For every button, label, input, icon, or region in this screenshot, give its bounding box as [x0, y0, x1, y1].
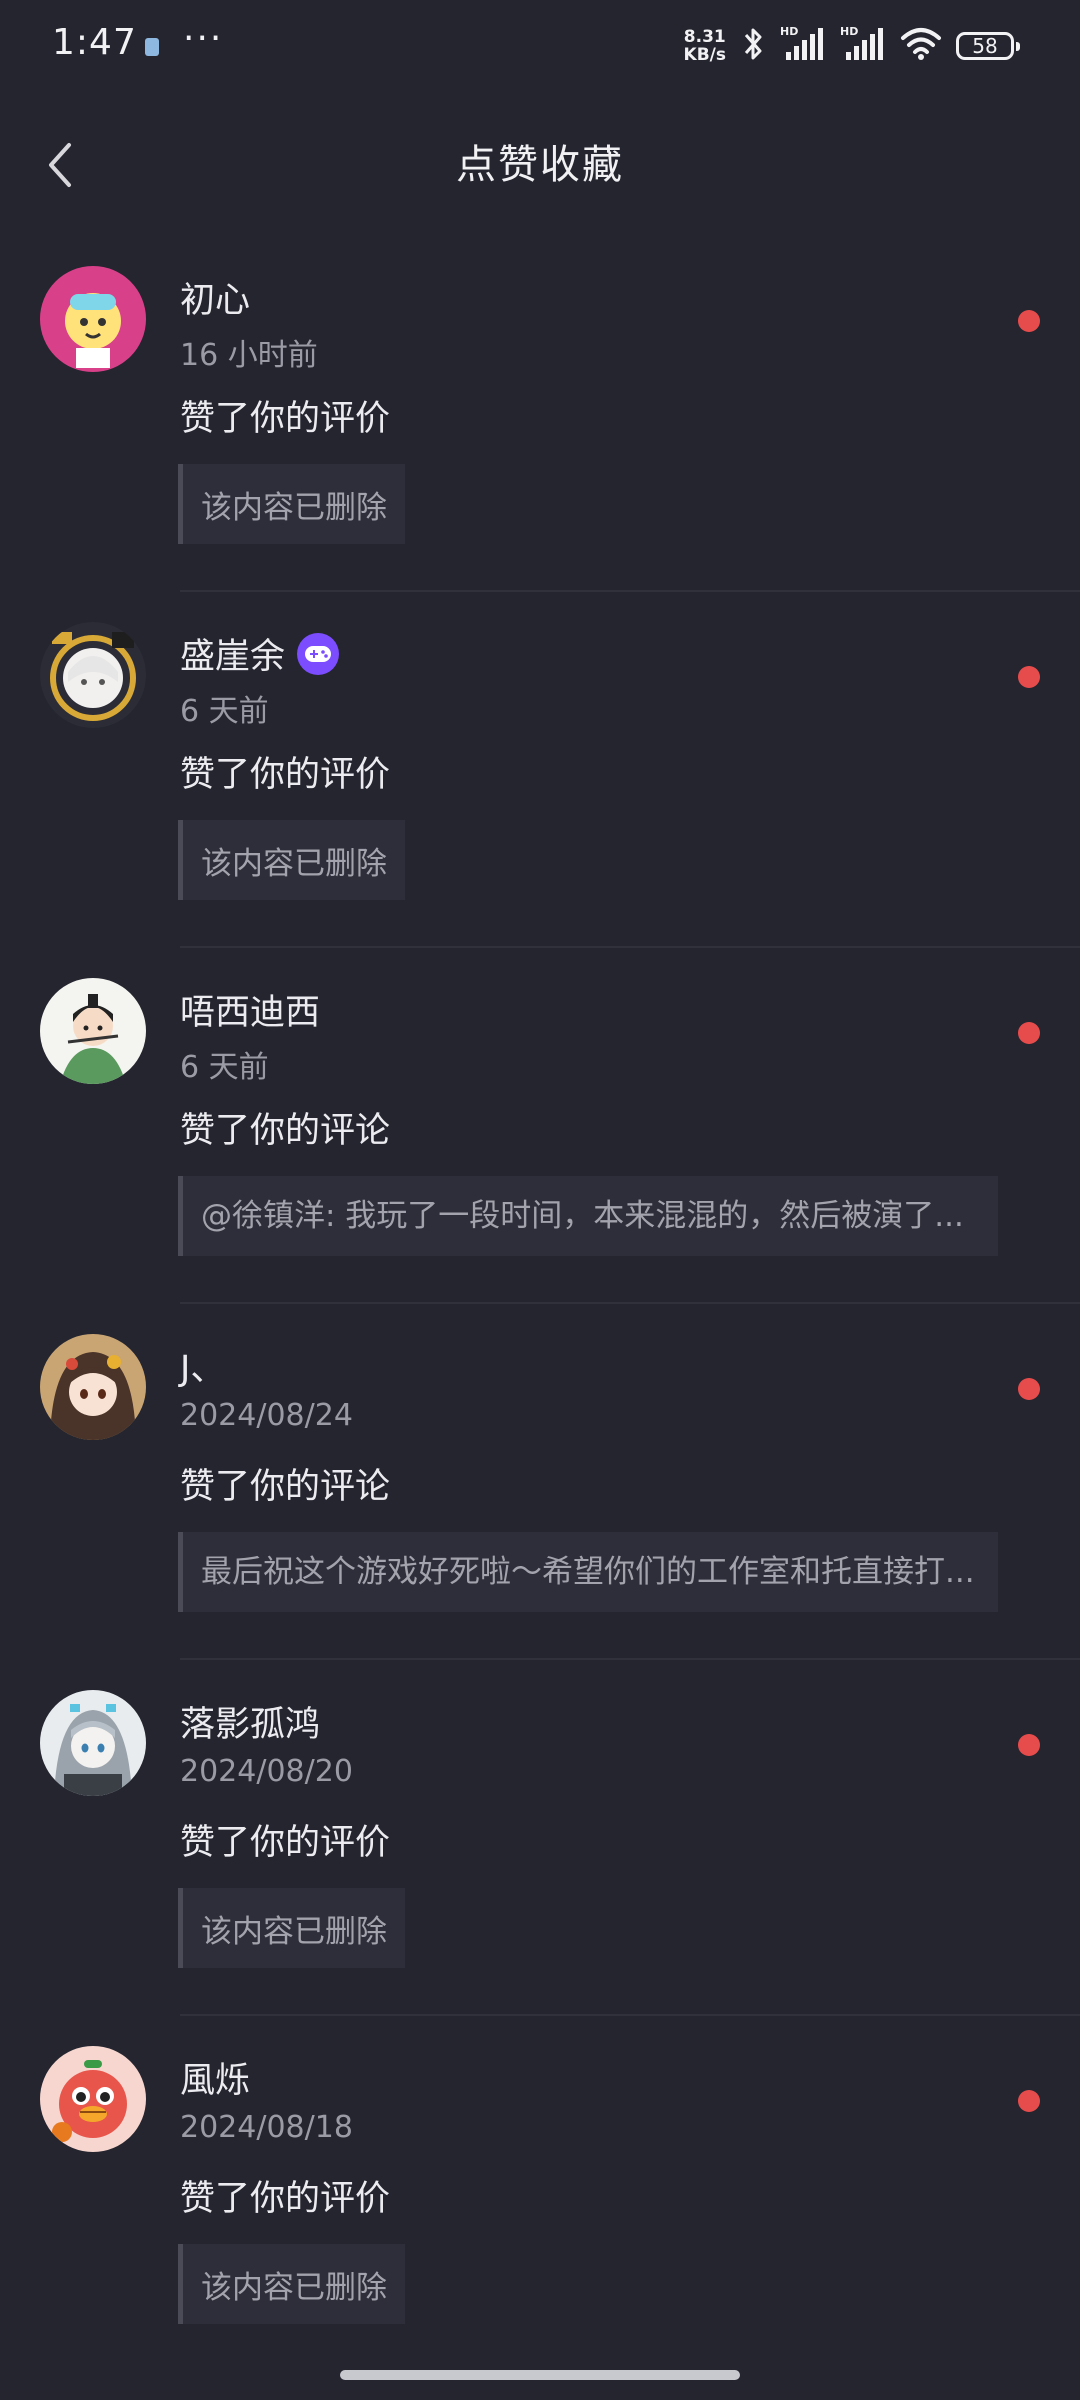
list-item[interactable]: 風烁 2024/08/18 赞了你的评价 该内容已删除 [0, 2016, 1080, 2372]
avatar[interactable] [40, 2046, 146, 2152]
name-row: 初心 [180, 272, 250, 323]
name-row: 盛崖余 [180, 628, 340, 679]
list-item[interactable]: 落影孤鸿 2024/08/20 赞了你的评价 该内容已删除 [0, 1660, 1080, 2016]
list-item[interactable]: 盛崖余 6 天前 赞了你的评价 该内容已删除 [0, 592, 1080, 948]
unread-dot [1018, 666, 1040, 688]
avatar[interactable] [40, 978, 146, 1084]
unread-dot [1018, 2090, 1040, 2112]
network-speed-value: 8.31 [683, 27, 726, 47]
user-name[interactable]: J、 [180, 1340, 225, 1391]
svg-text:HD: HD [780, 25, 798, 38]
action-text: 赞了你的评价 [180, 1823, 391, 1863]
signal-hd-icon: HD [840, 24, 886, 68]
network-speed-unit: KB/s [683, 45, 726, 65]
unread-dot [1018, 1022, 1040, 1044]
unread-dot [1018, 1734, 1040, 1756]
action-text: 赞了你的评价 [180, 755, 391, 795]
name-row: 風烁 [180, 2052, 250, 2103]
quoted-content[interactable]: 最后祝这个游戏好死啦～希望你们的工作室和托直接打... [178, 1532, 998, 1612]
unread-dot [1018, 1378, 1040, 1400]
signal-hd-icon: HD [780, 24, 826, 68]
user-name[interactable]: 落影孤鸿 [180, 1696, 320, 1747]
timestamp: 6 天前 [180, 1050, 269, 1085]
list-item[interactable]: 唔西迪西 6 天前 赞了你的评论 @徐镇洋: 我玩了一段时间，本来混混的，然后被… [0, 948, 1080, 1304]
timestamp: 16 小时前 [180, 338, 318, 373]
action-text: 赞了你的评价 [180, 2179, 391, 2219]
gamepad-icon [297, 632, 340, 675]
avatar[interactable] [40, 1690, 146, 1796]
user-name[interactable]: 盛崖余 [180, 628, 285, 679]
quoted-content[interactable]: 该内容已删除 [178, 2244, 405, 2324]
sim-icon [145, 38, 159, 56]
avatar[interactable] [40, 1334, 146, 1440]
action-text: 赞了你的评论 [180, 1111, 391, 1151]
timestamp: 6 天前 [180, 694, 269, 729]
quoted-content[interactable]: @徐镇洋: 我玩了一段时间，本来混混的，然后被演了... [178, 1176, 998, 1256]
network-speed: 8.31 KB/s [684, 28, 726, 64]
timestamp: 2024/08/20 [180, 1754, 353, 1789]
name-row: 唔西迪西 [180, 984, 320, 1035]
name-row: J、 [180, 1340, 225, 1391]
quoted-content[interactable]: 该内容已删除 [178, 1888, 405, 1968]
user-name[interactable]: 風烁 [180, 2052, 250, 2103]
timestamp: 2024/08/18 [180, 2110, 353, 2145]
action-text: 赞了你的评论 [180, 1467, 391, 1507]
list-item[interactable]: J、 2024/08/24 赞了你的评论 最后祝这个游戏好死啦～希望你们的工作室… [0, 1304, 1080, 1660]
quoted-content[interactable]: 该内容已删除 [178, 464, 405, 544]
list-item[interactable]: 初心 16 小时前 赞了你的评价 该内容已删除 [0, 236, 1080, 592]
notification-list: 初心 16 小时前 赞了你的评价 该内容已删除 盛崖余 6 天前 赞了你的评价 … [0, 236, 1080, 2372]
avatar[interactable] [40, 266, 146, 372]
timestamp: 2024/08/24 [180, 1398, 353, 1433]
header: 点赞收藏 [0, 110, 1080, 220]
status-icons: 8.31 KB/s HD HD 58 [684, 24, 1020, 68]
bluetooth-icon [740, 24, 766, 68]
status-bar: 1:47 ··· 8.31 KB/s HD HD 58 [0, 0, 1080, 92]
quoted-content[interactable]: 该内容已删除 [178, 820, 405, 900]
user-name[interactable]: 唔西迪西 [180, 984, 320, 1035]
action-text: 赞了你的评价 [180, 399, 391, 439]
page-title: 点赞收藏 [456, 142, 624, 188]
user-name[interactable]: 初心 [180, 272, 250, 323]
more-notifications-icon: ··· [183, 18, 224, 59]
status-time: 1:47 [52, 22, 137, 63]
unread-dot [1018, 310, 1040, 332]
name-row: 落影孤鸿 [180, 1696, 320, 1747]
svg-text:HD: HD [840, 25, 858, 38]
avatar[interactable] [40, 622, 146, 728]
wifi-icon [900, 26, 942, 66]
battery-level: 58 [972, 34, 998, 58]
home-indicator[interactable] [340, 2370, 740, 2380]
battery-icon: 58 [956, 32, 1020, 60]
